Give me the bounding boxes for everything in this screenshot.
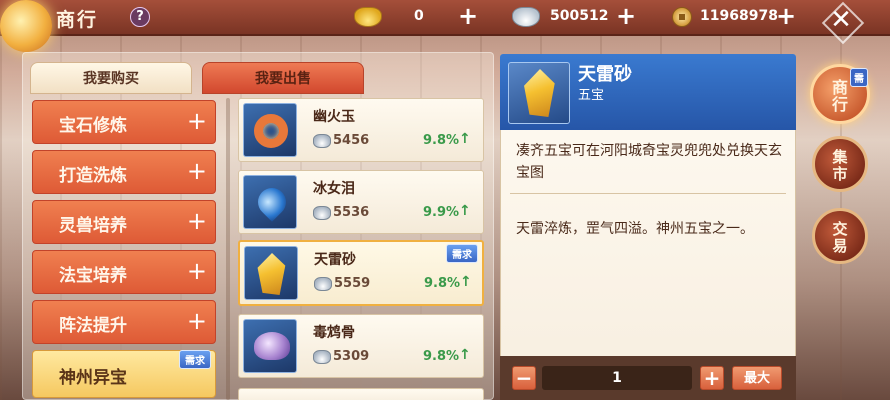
item-price: 5309 [333,349,370,364]
list-item-selected[interactable]: 天雷砂 需求 5559 9.8% ↑ [238,240,484,306]
detail-item-type: 五宝 [578,88,605,103]
demand-badge: 需求 [179,350,211,369]
expand-icon: + [186,307,207,335]
category-divine-treasure[interactable]: 神州异宝 需求 [32,350,216,398]
tab-buy[interactable]: 我要购买 [30,62,192,94]
silver-ingot-icon [313,134,331,148]
demand-badge: 需求 [446,244,478,263]
silver-ingot-icon [313,350,331,364]
divider [510,193,786,194]
side-nav-exchange[interactable]: 交易 [812,208,868,264]
arrow-up-icon: ↑ [460,274,472,290]
arrow-up-icon: ↑ [459,131,471,147]
expand-icon: + [186,257,207,285]
detail-description: 凑齐五宝可在河阳城奇宝灵兜兜处兑换天玄宝图 [516,143,782,181]
lantern-icon [0,0,52,52]
coin-value: 11968978 [700,8,778,24]
silver-ingot-icon [512,7,540,27]
category-label: 法宝培养 [59,266,127,286]
category-label: 阵法提升 [59,316,127,336]
copper-coin-icon [672,7,692,27]
max-quantity-button[interactable]: 最大 [732,366,782,390]
category-label: 打造洗炼 [59,166,127,186]
expand-icon: + [186,107,207,135]
poison-bone-icon [243,319,297,373]
side-nav-label: 交易 [832,220,848,255]
add-silver-button[interactable]: + [614,4,638,29]
category-gem-refine[interactable]: 宝石修炼 + [32,100,216,144]
item-name: 天雷砂 [314,252,356,268]
item-price: 5536 [333,205,370,220]
silver-ingot-value: 500512 [550,8,609,24]
detail-flavor-text: 天雷淬炼，罡气四溢。神州五宝之一。 [516,221,754,237]
add-coin-button[interactable]: + [774,4,798,29]
silver-ingot-icon [314,277,332,291]
page-title: 商行 [56,9,99,31]
item-price: 5559 [334,276,371,291]
quantity-input[interactable]: 1 [542,366,692,390]
arrow-up-icon: ↑ [459,347,471,363]
increase-quantity-button[interactable]: + [700,366,724,390]
item-name: 幽火玉 [313,109,355,125]
expand-icon: + [186,157,207,185]
category-formation[interactable]: 阵法提升 + [32,300,216,344]
decrease-quantity-button[interactable]: − [512,366,536,390]
nether-jade-icon [243,103,297,157]
list-item[interactable]: 冰女泪 5536 9.9% ↑ [238,170,484,234]
demand-badge: 需 [850,68,868,87]
tab-sell[interactable]: 我要出售 [202,62,364,94]
price-change: 9.9% [423,205,460,220]
arrow-up-icon: ↑ [459,203,471,219]
category-treasure[interactable]: 法宝培养 + [32,250,216,294]
add-gold-button[interactable]: + [456,4,480,29]
side-nav-market[interactable]: 集市 [812,136,868,192]
thunder-sand-icon [244,246,298,300]
gold-ingot-value: 0 [414,8,424,24]
list-item[interactable] [238,388,484,400]
price-change: 9.8% [424,276,461,291]
ice-tear-icon [243,175,297,229]
category-label: 灵兽培养 [59,216,127,236]
item-name: 毒鸩骨 [313,325,355,341]
item-name: 冰女泪 [313,181,355,197]
side-nav-label: 商行 [831,78,848,114]
side-nav-label: 集市 [832,148,848,183]
price-change: 9.8% [423,349,460,364]
list-item[interactable]: 毒鸩骨 5309 9.8% ↑ [238,314,484,378]
category-label: 宝石修炼 [59,116,127,136]
thunder-sand-icon [508,62,570,124]
category-pet[interactable]: 灵兽培养 + [32,200,216,244]
trading-screen: 商行 ? 0 + 500512 + 11968978 + ✕ 我要购买 我要出售… [0,0,890,400]
gold-ingot-icon [354,7,382,27]
item-price: 5456 [333,133,370,148]
scrollbar[interactable] [226,98,230,400]
price-change: 9.8% [423,133,460,148]
help-button[interactable]: ? [130,7,150,27]
category-label: 神州异宝 [59,368,127,388]
detail-item-name: 天雷砂 [578,64,632,85]
silver-ingot-icon [313,206,331,220]
list-item[interactable]: 幽火玉 5456 9.8% ↑ [238,98,484,162]
close-icon[interactable]: ✕ [826,6,856,36]
expand-icon: + [186,207,207,235]
category-forge[interactable]: 打造洗炼 + [32,150,216,194]
